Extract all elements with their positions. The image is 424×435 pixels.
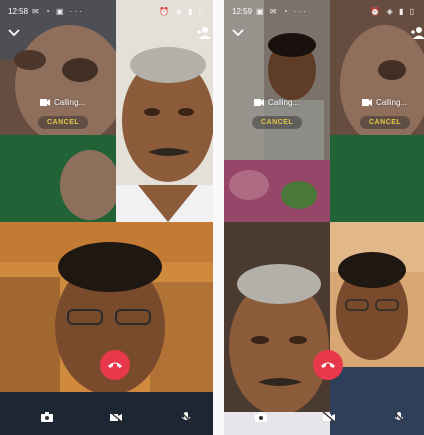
notification-icons: ✉ ◔ ▣ ··· <box>32 6 84 16</box>
calling-text: Calling... <box>268 98 300 107</box>
status-bar: 12:59 ▣ ✉ ◔ ··· ⏰ ◈ ▮ ▯ <box>224 0 424 22</box>
phone-hangup-icon <box>108 362 122 368</box>
notification-icons: ▣ ✉ ◔ ··· <box>256 6 308 16</box>
participant-video-man <box>224 222 330 435</box>
calling-status-2: Calling... <box>362 98 407 107</box>
end-call-button[interactable] <box>100 350 130 380</box>
calling-text: Calling... <box>54 98 86 107</box>
self-view-tile <box>0 222 213 435</box>
video-camera-icon <box>40 99 50 106</box>
participant-tile-remote[interactable] <box>224 222 330 435</box>
status-bar: 12:58 ✉ ◔ ▣ ··· ⏰ ◈ ▮ ▯ <box>0 0 213 22</box>
self-view-video <box>330 222 424 435</box>
calling-text: Calling... <box>376 98 408 107</box>
mic-off-icon[interactable] <box>392 411 406 423</box>
phone-hangup-icon <box>321 362 335 368</box>
video-off-icon[interactable] <box>322 411 336 423</box>
add-person-icon[interactable] <box>410 26 424 40</box>
chevron-down-icon[interactable] <box>232 27 244 39</box>
system-status-icons: ⏰ ◈ ▮ ▯ <box>159 6 205 16</box>
mic-off-icon[interactable] <box>179 411 193 423</box>
cancel-call-button[interactable]: CANCEL <box>252 116 303 129</box>
self-view-video <box>0 222 213 435</box>
video-camera-icon <box>362 99 372 106</box>
cancel-call-button-2[interactable]: CANCEL <box>360 116 411 129</box>
self-view-tile <box>330 222 424 435</box>
cancel-call-button[interactable]: CANCEL <box>38 116 89 129</box>
call-screen-left: 12:58 ✉ ◔ ▣ ··· ⏰ ◈ ▮ ▯ Calling... CANCE… <box>0 0 214 435</box>
calling-status: Calling... <box>40 98 85 107</box>
chevron-down-icon[interactable] <box>8 27 20 39</box>
end-call-button[interactable] <box>313 350 343 380</box>
camera-switch-icon[interactable] <box>254 411 268 423</box>
call-screen-right: 12:59 ▣ ✉ ◔ ··· ⏰ ◈ ▮ ▯ Calling... CANCE… <box>224 0 424 435</box>
video-off-icon[interactable] <box>109 411 123 423</box>
add-person-icon[interactable] <box>196 26 212 40</box>
divider <box>213 0 224 435</box>
camera-switch-icon[interactable] <box>40 411 54 423</box>
status-time: 12:59 <box>232 6 253 16</box>
video-camera-icon <box>254 99 264 106</box>
calling-status: Calling... <box>254 98 299 107</box>
system-status-icons: ⏰ ◈ ▮ ▯ <box>370 6 416 16</box>
status-time: 12:58 <box>8 6 29 16</box>
